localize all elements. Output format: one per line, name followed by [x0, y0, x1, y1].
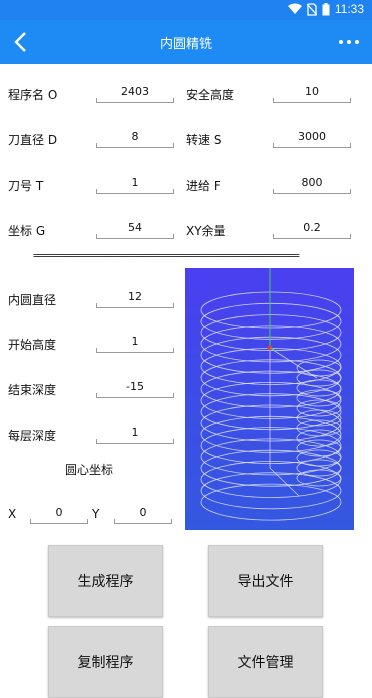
end-depth-label: 结束深度: [8, 383, 57, 397]
center-x-field[interactable]: [30, 501, 88, 524]
battery-icon: [322, 2, 330, 15]
safe-height-input[interactable]: [273, 85, 351, 98]
xy-allowance-input[interactable]: [273, 221, 351, 234]
toolpath-ring: [200, 461, 342, 498]
tool-number-input[interactable]: [96, 176, 174, 189]
center-x-input[interactable]: [30, 506, 88, 519]
program-name-input[interactable]: [96, 85, 174, 98]
center-y-label: Y: [92, 507, 100, 521]
layer-depth-field[interactable]: [96, 421, 174, 444]
center-coordinate-title: 圆心坐标: [65, 463, 114, 477]
layer-depth-label: 每层深度: [8, 429, 57, 443]
toolpath-small-ring: [296, 379, 342, 397]
copy-program-button[interactable]: 复制程序: [48, 626, 163, 698]
toolpath-ring: [200, 325, 342, 363]
section-divider: ========================================…: [33, 249, 300, 262]
feed-rate-input[interactable]: [273, 176, 351, 189]
tool-number-label: 刀号 T: [8, 179, 44, 193]
center-y-field[interactable]: [114, 501, 172, 524]
toolpath-ring: [200, 291, 342, 329]
inner-diameter-input[interactable]: [96, 290, 174, 303]
inner-diameter-label: 内圆直径: [8, 293, 57, 307]
toolpath-ring: [200, 302, 342, 340]
feed-rate-label: 进给 F: [186, 179, 221, 193]
toolpath-ring: [200, 415, 342, 453]
safe-height-label: 安全高度: [186, 88, 235, 102]
no-sim-icon: [306, 2, 317, 16]
more-dots-icon: [339, 40, 343, 44]
toolpath-ring: [200, 348, 342, 385]
program-name-field[interactable]: [96, 80, 174, 103]
start-height-field[interactable]: [96, 330, 174, 353]
end-depth-field[interactable]: [96, 375, 174, 398]
tool-diameter-input[interactable]: [96, 130, 174, 143]
spindle-speed-input[interactable]: [273, 130, 351, 143]
tool-diameter-label: 刀直径 D: [8, 133, 58, 147]
status-bar: 11:33: [0, 0, 372, 20]
export-file-button[interactable]: 导出文件: [208, 545, 323, 617]
center-x-label: X: [8, 507, 17, 521]
toolpath-ring: [200, 483, 342, 521]
xy-allowance-field[interactable]: [273, 216, 351, 239]
coordinate-label: 坐标 G: [8, 224, 46, 238]
toolpath-ring: [200, 370, 342, 408]
end-depth-input[interactable]: [96, 380, 174, 393]
spindle-speed-label: 转速 S: [186, 133, 222, 147]
xy-allowance-label: XY余量: [186, 224, 226, 238]
coordinate-input[interactable]: [96, 221, 174, 234]
more-dot: [347, 40, 351, 44]
coordinate-field[interactable]: [96, 216, 174, 239]
toolpath-preview-canvas: [200, 268, 342, 521]
app-bar: 内圆精铣: [0, 20, 372, 64]
toolpath-small-ring: [296, 449, 342, 467]
program-name-label: 程序名 O: [8, 88, 58, 102]
wifi-icon: [287, 3, 302, 14]
toolpath-lead-line: [269, 467, 300, 497]
start-height-label: 开始高度: [8, 338, 57, 352]
file-manager-button[interactable]: 文件管理: [208, 626, 323, 698]
toolpath-small-ring: [296, 369, 342, 387]
more-dot: [355, 40, 359, 44]
more-options-button[interactable]: [334, 30, 364, 54]
feed-rate-field[interactable]: [273, 171, 351, 194]
spindle-speed-field[interactable]: [273, 125, 351, 148]
toolpath-ring: [200, 393, 342, 431]
inner-diameter-field[interactable]: [96, 285, 174, 308]
toolpath-ring: [200, 336, 342, 374]
layer-depth-input[interactable]: [96, 426, 174, 439]
status-time: 11:33: [334, 2, 364, 16]
toolpath-ring: [200, 472, 342, 510]
toolpath-preview[interactable]: [185, 268, 354, 530]
safe-height-field[interactable]: [273, 80, 351, 103]
generate-program-button[interactable]: 生成程序: [48, 545, 163, 617]
toolpath-ring: [200, 314, 342, 351]
toolpath-small-ring: [296, 439, 342, 457]
page-title: 内圆精铣: [159, 37, 212, 52]
toolpath-small-ring: [296, 389, 342, 407]
start-height-input[interactable]: [96, 335, 174, 348]
toolpath-small-ring: [296, 459, 342, 477]
tool-number-field[interactable]: [96, 171, 174, 194]
center-y-input[interactable]: [114, 506, 172, 519]
tool-diameter-field[interactable]: [96, 125, 174, 148]
